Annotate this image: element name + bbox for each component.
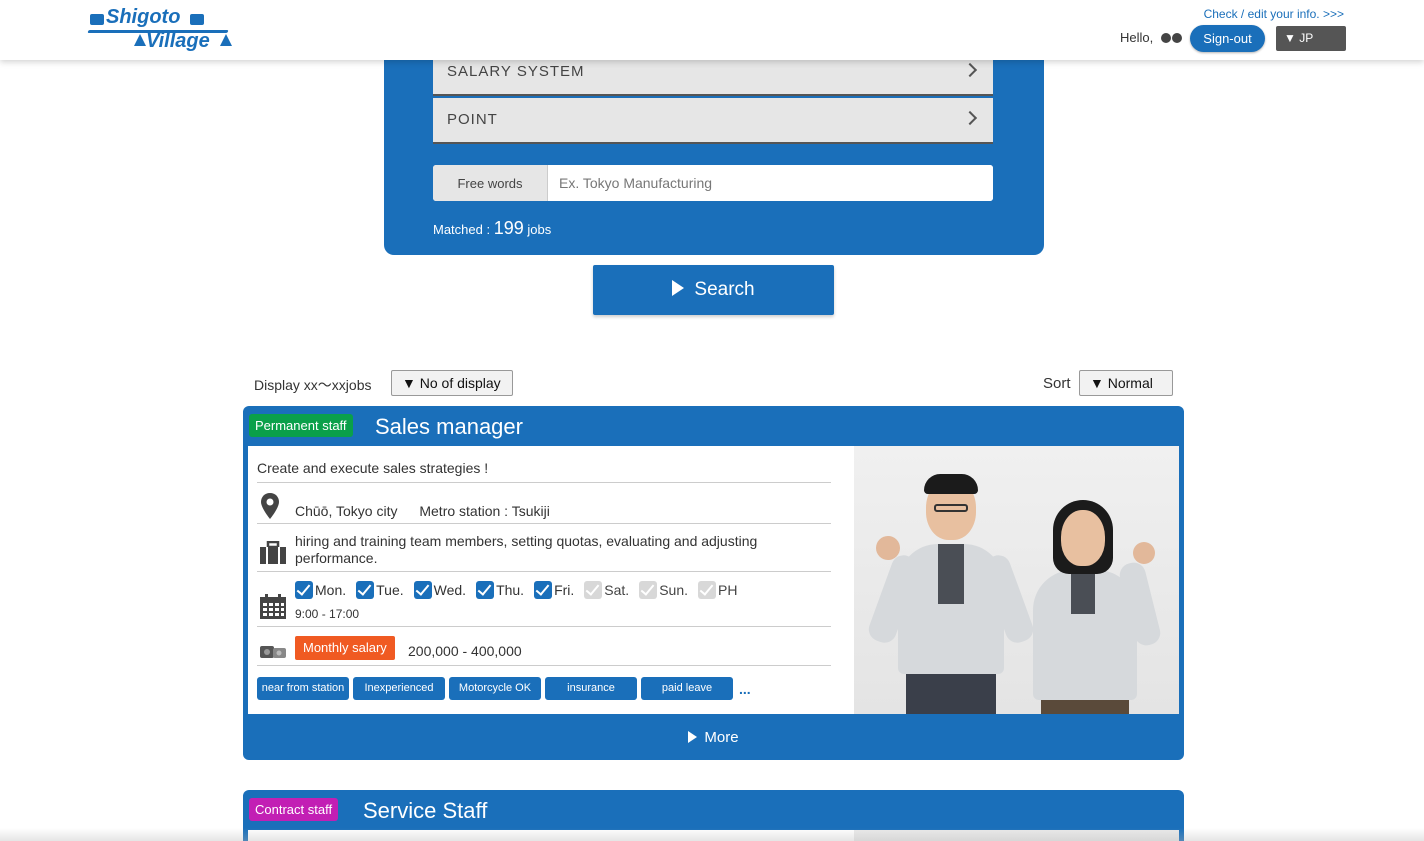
day-ph: PH [698,581,737,599]
tree-icon [134,34,146,46]
day-tue: Tue. [356,581,404,599]
photo-woman [1019,500,1163,714]
tag-motorcycle-ok[interactable]: Motorcycle OK [449,677,541,700]
location-station: Metro station : Tsukiji [419,503,550,519]
money-icon [260,646,286,658]
day-label: Thu. [496,582,525,598]
sort-select[interactable]: ▼ Normal [1079,370,1173,396]
job-title[interactable]: Sales manager [375,414,523,440]
masked-username [1160,30,1182,45]
employment-type-badge: Contract staff [249,798,339,821]
no-of-display-select[interactable]: ▼ No of display [391,370,513,396]
matched-number: 199 [493,218,524,238]
free-words-input[interactable] [549,165,993,201]
divider [257,665,831,666]
tag-paid-leave[interactable]: paid leave [641,677,733,700]
checkbox-unchecked-icon [639,581,658,599]
tag-inexperienced-ok[interactable]: Inexperienced OK [353,677,445,717]
photo-man [865,474,1037,714]
shigoto-village-logo[interactable]: Shigoto Village [87,4,238,56]
day-thu: Thu. [476,581,524,599]
job-location: Chūō, Tokyo city Metro station : Tsukiji [295,503,550,519]
checkbox-checked-icon [356,581,375,599]
day-label: Sun. [659,582,689,598]
checkbox-checked-icon [476,581,495,599]
job-details: Create and execute sales strategies ! Ch… [248,446,854,717]
greeting: Hello, [1120,30,1182,45]
checkbox-unchecked-icon [698,581,717,599]
job-card: Permanent staff Sales manager Create and… [243,406,1184,760]
salary-type-badge: Monthly salary [295,636,395,660]
day-label: Wed. [433,582,467,598]
sort-label: Sort [1043,375,1071,392]
point-label: POINT [447,111,498,128]
working-hours: 9:00 - 17:00 [295,607,360,621]
chevron-right-icon [962,110,978,126]
check-edit-info-link[interactable]: Check / edit your info. >>> [1204,7,1344,21]
briefcase-icon [90,14,104,25]
play-icon [688,730,698,743]
divider [257,482,831,483]
day-label: Sat. [604,582,630,598]
matched-unit: jobs [527,222,552,237]
search-button[interactable]: Search [593,265,834,315]
more-button-label: More [704,728,739,746]
free-words-field: Free words [433,165,993,201]
logo-text-village: Village [146,30,210,52]
tag-insurance[interactable]: insurance [545,677,637,700]
job-tags: near from station Inexperienced OK Motor… [257,677,751,717]
checkbox-checked-icon [534,581,553,599]
site-header: Shigoto Village Check / edit your info. … [0,0,1424,60]
day-sun: Sun. [639,581,688,599]
day-label: Tue. [376,582,404,598]
search-button-label: Search [694,279,755,300]
working-days: Mon. Tue. Wed. Thu. Fri. Sat. Sun. PH [295,581,737,599]
day-mon: Mon. [295,581,346,599]
divider [257,571,831,572]
job-duties: hiring and training team members, settin… [295,533,757,567]
salary-range: 200,000 - 400,000 [408,643,522,659]
sign-out-button[interactable]: Sign-out [1190,25,1265,52]
checkbox-checked-icon [295,581,313,599]
point-row[interactable]: POINT [433,98,993,144]
matched-label: Matched : [433,222,491,237]
chevron-right-icon [962,62,978,78]
matched-count: Matched : 199 jobs [433,218,551,239]
job-photo [854,446,1179,714]
play-icon [672,280,685,296]
day-label: PH [718,582,738,598]
tag-near-from-station[interactable]: near from station [257,677,349,700]
job-title[interactable]: Service Staff [363,798,487,824]
display-range-text: Display xx〜xxjobs [254,377,372,393]
more-tags-ellipsis[interactable]: ... [739,681,751,697]
briefcase-icon [260,541,286,564]
free-words-label: Free words [433,165,548,201]
greeting-text: Hello, [1120,30,1154,45]
scroll-fade [0,828,1424,841]
logo-text-shigoto: Shigoto [106,6,181,28]
more-button[interactable]: More [243,716,1184,758]
calendar-icon [260,594,286,619]
day-sat: Sat. [584,581,629,599]
search-panel: SALARY SYSTEM POINT Free words Matched :… [384,50,1044,255]
job-tagline: Create and execute sales strategies ! [257,460,489,476]
briefcase-icon [190,14,204,25]
divider [257,626,831,627]
day-label: Fri. [554,582,575,598]
employment-type-badge: Permanent staff [249,414,353,437]
salary-system-label: SALARY SYSTEM [447,63,585,80]
location-city: Chūō, Tokyo city [295,503,398,519]
divider [257,523,831,524]
checkbox-checked-icon [413,581,432,599]
day-wed: Wed. [413,581,467,599]
checkbox-unchecked-icon [584,581,603,599]
day-label: Mon. [315,582,347,598]
language-select[interactable]: ▼ JP [1276,26,1346,51]
tree-icon [220,34,232,46]
job-card-body: Create and execute sales strategies ! Ch… [248,446,1179,717]
job-duties-line1: hiring and training team members, settin… [295,533,758,549]
map-pin-icon [261,493,279,519]
job-duties-line2: performance. [295,550,378,566]
day-fri: Fri. [534,581,574,599]
